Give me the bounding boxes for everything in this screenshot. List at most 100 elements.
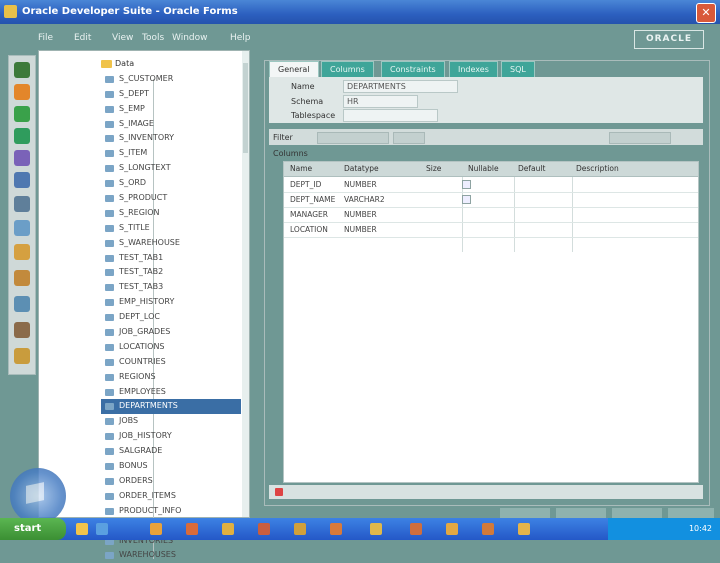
tree-node[interactable]: DEPT_LOC: [101, 310, 241, 325]
tree-node[interactable]: REGIONS: [101, 370, 241, 385]
task-icon[interactable]: [330, 523, 342, 535]
browser-icon[interactable]: [96, 523, 108, 535]
tree-node[interactable]: S_IMAGE: [101, 117, 241, 132]
tree-node[interactable]: S_PRODUCT: [101, 191, 241, 206]
tools-icon[interactable]: [14, 322, 30, 338]
column-header[interactable]: Name: [290, 164, 312, 173]
grid-cell[interactable]: DEPT_NAME: [290, 195, 335, 204]
task-icon[interactable]: [222, 523, 234, 535]
close-icon[interactable]: ✕: [696, 3, 716, 23]
tab-columns[interactable]: Columns: [321, 61, 374, 78]
menu-help[interactable]: Help: [230, 33, 251, 43]
menu-tools[interactable]: Tools: [142, 33, 164, 43]
column-header[interactable]: Datatype: [344, 164, 379, 173]
nullable-checkbox[interactable]: [462, 180, 471, 189]
tree-node[interactable]: EMP_HISTORY: [101, 295, 241, 310]
tree-node[interactable]: ORDERS: [101, 474, 241, 489]
grid-cell[interactable]: DEPT_ID: [290, 180, 321, 189]
menu-view[interactable]: View: [112, 33, 133, 43]
save-icon[interactable]: [14, 270, 30, 286]
grid-cell[interactable]: NUMBER: [344, 210, 377, 219]
tree-node[interactable]: PRODUCT_INFO: [101, 504, 241, 519]
tree-node[interactable]: SALGRADE: [101, 444, 241, 459]
tree-node[interactable]: BONUS: [101, 459, 241, 474]
column-header[interactable]: Default: [518, 164, 545, 173]
task-icon[interactable]: [186, 523, 198, 535]
tree-node[interactable]: JOB_HISTORY: [101, 429, 241, 444]
run-icon[interactable]: [14, 106, 30, 122]
tree-node[interactable]: LOCATIONS: [101, 340, 241, 355]
grid-cell[interactable]: VARCHAR2: [344, 195, 385, 204]
help-icon[interactable]: [14, 348, 30, 364]
scroll-thumb[interactable]: [243, 63, 248, 153]
report-icon[interactable]: [14, 244, 30, 260]
tree-node[interactable]: JOB_GRADES: [101, 325, 241, 340]
new-icon[interactable]: [14, 84, 30, 100]
column-header[interactable]: Size: [426, 164, 441, 173]
tree-root[interactable]: Data: [101, 57, 241, 72]
tree-node[interactable]: S_TITLE: [101, 221, 241, 236]
tree-node[interactable]: S_REGION: [101, 206, 241, 221]
tree-node[interactable]: S_WAREHOUSE: [101, 236, 241, 251]
nullable-checkbox[interactable]: [462, 195, 471, 204]
menu-edit[interactable]: Edit: [74, 33, 91, 43]
tree-node[interactable]: EMPLOYEES: [101, 385, 241, 400]
table-row[interactable]: DEPT_ID NUMBER: [284, 177, 698, 193]
menu-window[interactable]: Window: [172, 33, 208, 43]
column-header[interactable]: Nullable: [468, 164, 499, 173]
tree-node[interactable]: TEST_TAB2: [101, 265, 241, 280]
tree-node[interactable]: DEPARTMENTS: [101, 399, 241, 415]
tablespace-input[interactable]: [343, 109, 438, 122]
tree-node[interactable]: ORDER_ITEMS: [101, 489, 241, 504]
tree-node[interactable]: WAREHOUSES: [101, 548, 241, 563]
tree-scrollbar[interactable]: [242, 51, 249, 517]
folder-icon[interactable]: [76, 523, 88, 535]
tree-node[interactable]: S_ORD: [101, 176, 241, 191]
tree-node-label: REGIONS: [119, 371, 156, 381]
tree-node[interactable]: S_LONGTEXT: [101, 161, 241, 176]
edit-icon[interactable]: [14, 196, 30, 212]
task-icon[interactable]: [294, 523, 306, 535]
tab-sql[interactable]: SQL: [501, 61, 535, 78]
grid-cell[interactable]: MANAGER: [290, 210, 328, 219]
menu-file[interactable]: File: [38, 33, 53, 43]
table-row[interactable]: MANAGER NUMBER: [284, 207, 698, 223]
task-icon[interactable]: [150, 523, 162, 535]
tree-node[interactable]: JOBS: [101, 414, 241, 429]
task-icon[interactable]: [446, 523, 458, 535]
wizard-icon[interactable]: [14, 220, 30, 236]
tree-node[interactable]: TEST_TAB1: [101, 251, 241, 266]
table-row[interactable]: DEPT_NAME VARCHAR2: [284, 192, 698, 208]
tree-node[interactable]: S_ITEM: [101, 146, 241, 161]
start-button[interactable]: start: [0, 518, 66, 540]
connect-icon[interactable]: [14, 62, 30, 78]
compile-icon[interactable]: [14, 128, 30, 144]
task-icon[interactable]: [410, 523, 422, 535]
task-icon[interactable]: [518, 523, 530, 535]
sql-icon[interactable]: [14, 172, 30, 188]
tree-node[interactable]: S_EMP: [101, 102, 241, 117]
grid-cell[interactable]: NUMBER: [344, 180, 377, 189]
tab-general[interactable]: General: [269, 61, 319, 78]
table-row[interactable]: LOCATION NUMBER: [284, 222, 698, 238]
tab-constraints[interactable]: Constraints: [381, 61, 445, 78]
debug-icon[interactable]: [14, 150, 30, 166]
print-icon[interactable]: [14, 296, 30, 312]
grid-cell[interactable]: NUMBER: [344, 225, 377, 234]
tree-node[interactable]: S_DEPT: [101, 87, 241, 102]
tree-node[interactable]: S_INVENTORY: [101, 131, 241, 146]
filter-input[interactable]: [317, 132, 389, 144]
column-header[interactable]: Description: [576, 164, 619, 173]
tree-node[interactable]: TEST_TAB3: [101, 280, 241, 295]
tree-node[interactable]: S_CUSTOMER: [101, 72, 241, 87]
task-icon[interactable]: [482, 523, 494, 535]
name-input[interactable]: DEPARTMENTS: [343, 80, 458, 93]
tree-node[interactable]: COUNTRIES: [101, 355, 241, 370]
options-button[interactable]: [609, 132, 671, 144]
tab-indexes[interactable]: Indexes: [449, 61, 498, 78]
filter-button[interactable]: [393, 132, 425, 144]
task-icon[interactable]: [258, 523, 270, 535]
grid-cell[interactable]: LOCATION: [290, 225, 328, 234]
task-icon[interactable]: [370, 523, 382, 535]
schema-input[interactable]: HR: [343, 95, 418, 108]
